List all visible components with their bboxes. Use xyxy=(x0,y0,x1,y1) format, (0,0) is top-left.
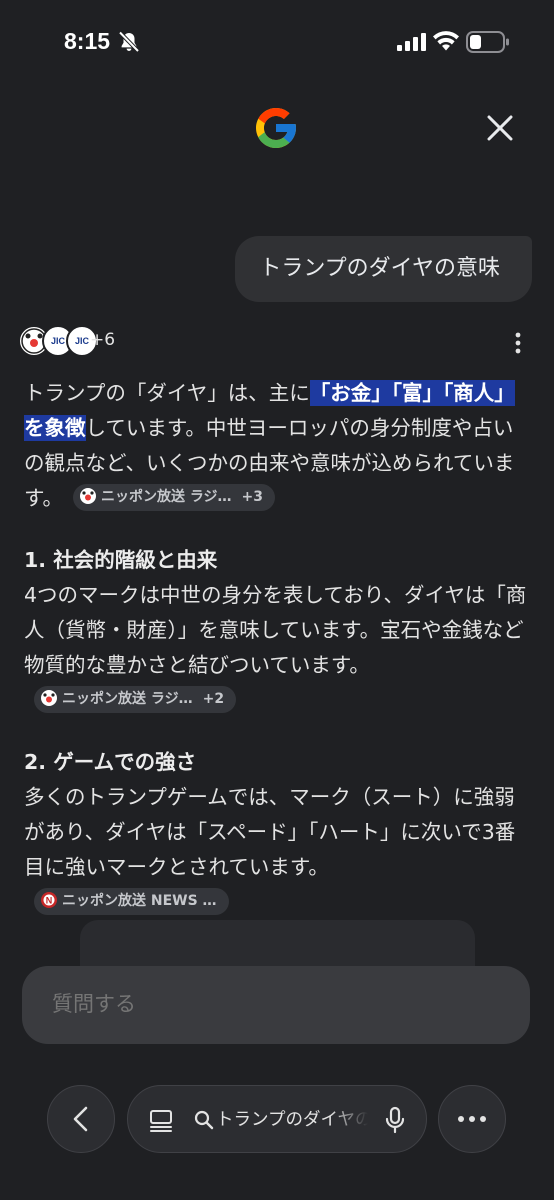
section-heading: 1. 社会的階級と由来 xyxy=(24,548,218,572)
radio-station-icon xyxy=(41,689,57,706)
citation-label: ニッポン放送 ラジ… xyxy=(100,488,232,505)
section-heading: 2. ゲームでの強さ xyxy=(24,750,197,774)
section-body: 多くのトランプゲームでは、マーク（スート）に強弱があり、ダイヤは「スペード」「ハ… xyxy=(24,780,532,920)
citation-plus: +3 xyxy=(241,488,264,505)
citation-chip[interactable]: N ニッポン放送 NEWS … xyxy=(34,887,229,915)
back-button[interactable] xyxy=(47,1085,115,1153)
citation-chip[interactable]: ニッポン放送 ラジ… +2 xyxy=(34,685,237,713)
wifi-icon xyxy=(433,31,459,51)
chevron-left-icon xyxy=(73,1106,88,1132)
status-time: 8:15 xyxy=(64,28,111,54)
answer-intro: トランプの「ダイヤ」は、主に「お金」「富」「商人」を象徴しています。中世ヨーロッ… xyxy=(24,376,532,516)
google-logo xyxy=(256,108,296,148)
search-query-text[interactable]: トランプのダイヤの意味 xyxy=(216,1086,368,1152)
screen: 8:15 トランプのダイヤの意味 JIC JIC +6 トランプの「ダイヤ」は、… xyxy=(0,0,554,1200)
highlight-money-wealth: 「お金」「富」 xyxy=(309,380,444,406)
more-options-button[interactable] xyxy=(438,1085,506,1153)
battery-icon xyxy=(466,31,509,53)
tabs-icon[interactable] xyxy=(148,1108,174,1134)
citation-label: ニッポン放送 NEWS … xyxy=(62,892,217,909)
citation-label: ニッポン放送 ラジ… xyxy=(62,690,193,707)
radio-station-icon xyxy=(79,487,96,504)
ask-followup-input[interactable] xyxy=(22,966,530,1044)
citation-plus: +2 xyxy=(202,690,225,707)
intro-text-before: トランプの「ダイヤ」は、主に xyxy=(24,381,310,405)
user-query-bubble: トランプのダイヤの意味 xyxy=(235,236,532,302)
close-icon[interactable] xyxy=(478,106,522,150)
mic-icon[interactable] xyxy=(384,1106,406,1134)
signal-icon xyxy=(397,33,426,51)
search-icon xyxy=(194,1110,214,1130)
status-bar: 8:15 xyxy=(0,0,554,84)
section-body-text: 多くのトランプゲームでは、マーク（スート）に強弱があり、ダイヤは「スペード」「ハ… xyxy=(24,785,516,879)
sources-more-count: +6 xyxy=(90,330,116,350)
citation-chip[interactable]: ニッポン放送 ラジ… +3 xyxy=(72,483,276,511)
more-vertical-icon[interactable] xyxy=(506,330,530,356)
section-body: 4つのマークは中世の身分を表しており、ダイヤは「商人（貨幣・財産）」を意味してい… xyxy=(24,578,532,718)
news-station-icon: N xyxy=(41,891,57,908)
bell-off-icon xyxy=(118,31,140,53)
svg-text:N: N xyxy=(46,895,53,905)
search-pill[interactable]: トランプのダイヤの意味 xyxy=(127,1085,427,1153)
ai-answer: トランプの「ダイヤ」は、主に「お金」「富」「商人」を象徴しています。中世ヨーロッ… xyxy=(24,376,532,920)
more-horizontal-icon xyxy=(458,1116,486,1122)
section-body-text: 4つのマークは中世の身分を表しており、ダイヤは「商人（貨幣・財産）」を意味してい… xyxy=(24,583,527,677)
